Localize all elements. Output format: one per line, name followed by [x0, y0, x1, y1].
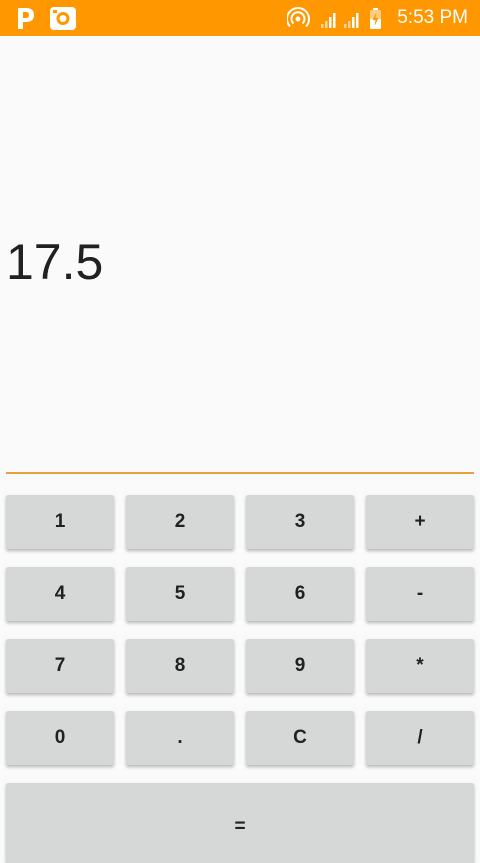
notification-icons — [18, 7, 76, 30]
display-underline — [6, 472, 474, 474]
decimal-point-button[interactable]: . — [126, 711, 234, 765]
key-3-button[interactable]: 3 — [246, 495, 354, 549]
status-time: 5:53 PM — [397, 7, 468, 28]
key-0-button[interactable]: 0 — [6, 711, 114, 765]
status-bar-left-icons — [14, 5, 84, 31]
system-icons — [287, 7, 382, 29]
add-button[interactable]: + — [366, 495, 474, 549]
status-bar: 5:53 PM — [0, 0, 480, 36]
divide-button[interactable]: / — [366, 711, 474, 765]
subtract-button[interactable]: - — [366, 567, 474, 621]
key-8-button[interactable]: 8 — [126, 639, 234, 693]
signal-2-icon — [344, 13, 359, 28]
battery-charging-icon — [370, 8, 382, 29]
display-value: 17.5 — [6, 234, 104, 290]
key-2-button[interactable]: 2 — [126, 495, 234, 549]
equals-button[interactable]: = — [6, 783, 474, 863]
p-app-icon — [18, 8, 34, 29]
status-bar-right: 5:53 PM — [287, 0, 468, 36]
hotspot-icon — [287, 7, 311, 28]
key-9-button[interactable]: 9 — [246, 639, 354, 693]
multiply-button[interactable]: * — [366, 639, 474, 693]
key-5-button[interactable]: 5 — [126, 567, 234, 621]
key-7-button[interactable]: 7 — [6, 639, 114, 693]
key-6-button[interactable]: 6 — [246, 567, 354, 621]
signal-1-icon — [321, 13, 336, 28]
calculator-display: 17.5 — [0, 36, 480, 472]
key-1-button[interactable]: 1 — [6, 495, 114, 549]
screenshot-app-icon — [50, 7, 76, 30]
clear-button[interactable]: C — [246, 711, 354, 765]
key-4-button[interactable]: 4 — [6, 567, 114, 621]
